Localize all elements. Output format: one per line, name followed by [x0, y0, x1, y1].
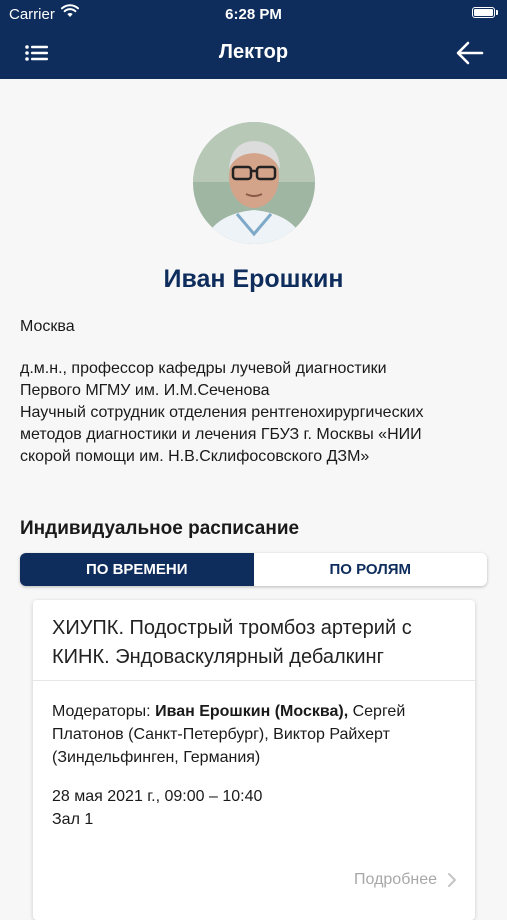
page-title: Лектор	[218, 41, 289, 63]
nav-bar: Лектор	[0, 28, 507, 79]
session-hall: Зал 1	[52, 811, 94, 828]
tab-by-roles[interactable]: ПО РОЛЯМ	[253, 553, 487, 586]
battery-icon	[472, 7, 498, 18]
session-date-time: 28 мая 2021 г., 09:00 – 10:40	[52, 788, 263, 805]
lecturer-bio: д.м.н., профессор кафедры лучевой диагно…	[20, 360, 424, 465]
more-details-label: Подробнее	[354, 871, 437, 888]
divider	[33, 680, 475, 681]
status-bar: Carrier 6:28 PM	[0, 0, 507, 28]
app-header: Carrier 6:28 PM Лектор	[0, 0, 507, 79]
moderators-prefix: Модераторы:	[52, 703, 156, 720]
session-moderators: Модераторы: Иван Ерошкин (Москва), Серге…	[52, 700, 462, 769]
lecturer-name: Иван Ерошкин	[163, 265, 344, 293]
more-details-link[interactable]: Подробнее	[354, 871, 457, 889]
schedule-segmented-control: ПО ВРЕМЕНИ ПО РОЛЯМ	[20, 553, 487, 586]
chevron-right-icon	[448, 873, 456, 887]
tab-by-time[interactable]: ПО ВРЕМЕНИ	[20, 553, 254, 586]
session-card[interactable]: ХИУПК. Подострый тромбоз артерий с КИНК.…	[33, 600, 475, 920]
schedule-heading: Индивидуальное расписание	[20, 518, 300, 539]
moderator-highlight: Иван Ерошкин (Москва),	[155, 703, 349, 720]
arrow-left-icon[interactable]	[455, 39, 485, 67]
session-title: ХИУПК. Подострый тромбоз артерий с КИНК.…	[52, 617, 412, 668]
lecturer-city: Москва	[20, 318, 75, 335]
status-time: 6:28 PM	[225, 6, 282, 23]
avatar	[193, 122, 315, 244]
